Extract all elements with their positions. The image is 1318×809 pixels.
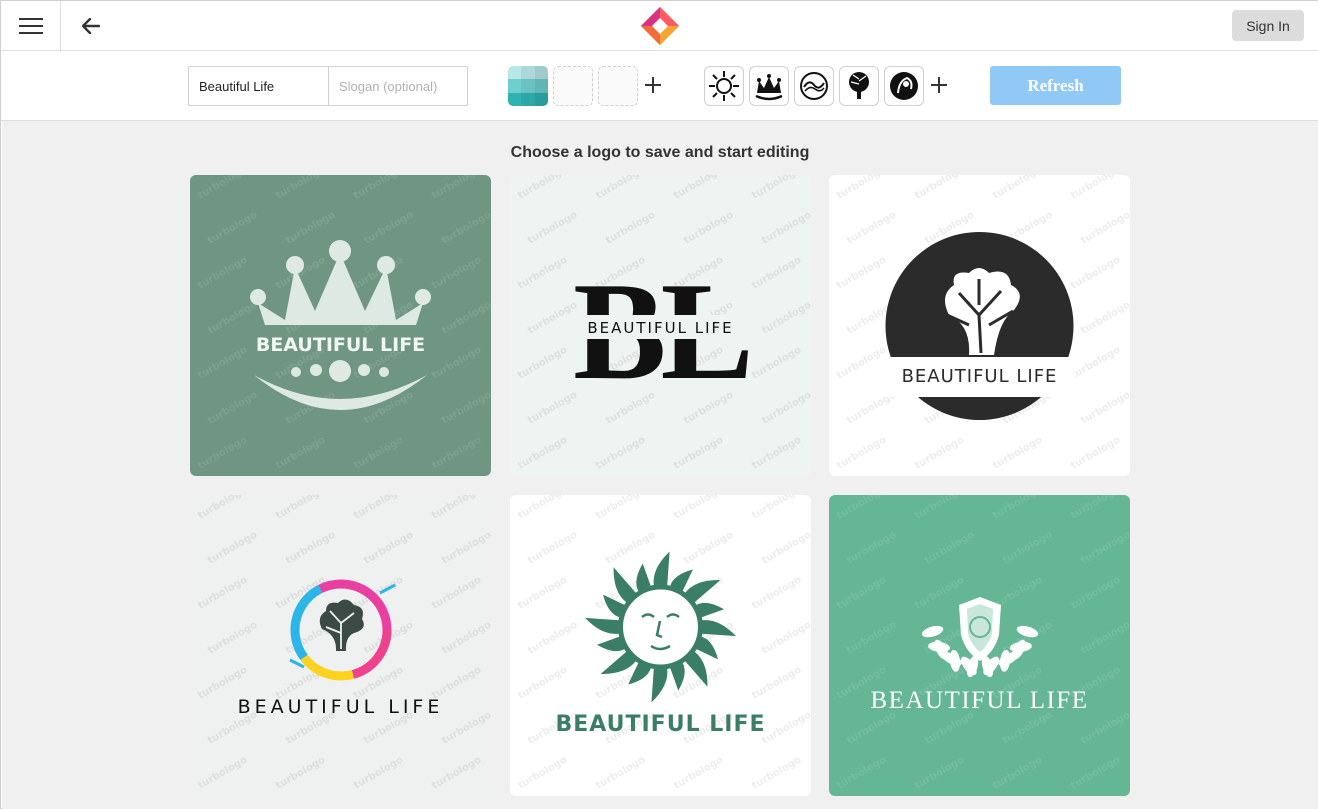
laurel-leaf xyxy=(921,625,944,638)
logo-text: BEAUTIFUL LIFE xyxy=(587,319,733,337)
icon-choice-sun[interactable] xyxy=(704,66,744,106)
crown-icon xyxy=(755,74,783,101)
sun-ray xyxy=(701,620,736,637)
arrow-left-icon xyxy=(82,17,100,34)
logo-card-laurel[interactable]: turbologo turbologo turbologo turbologo turb… xyxy=(829,495,1130,796)
monogram-logo-art: BL BEAUTIFUL LIFE xyxy=(573,254,754,409)
sun-ray xyxy=(651,668,668,703)
logo-text: BEAUTIFUL LIFE xyxy=(238,696,444,718)
laurel-leaf xyxy=(1016,625,1039,638)
logo-text: BEAUTIFUL LIFE xyxy=(555,712,765,737)
sun-logo-art: BEAUTIFUL LIFE xyxy=(555,551,765,737)
hamburger-icon xyxy=(18,17,43,34)
circle-tree-icon xyxy=(890,72,918,100)
diamond-logo-icon[interactable] xyxy=(640,6,680,46)
top-bar: Sign In xyxy=(1,1,1318,51)
app-window: Sign In Beautiful Life Slogan (optional)… xyxy=(0,0,1318,809)
menu-button[interactable] xyxy=(1,1,61,50)
logo-text: BEAUTIFUL LIFE xyxy=(256,334,425,356)
logo-text: BEAUTIFUL LIFE xyxy=(871,687,1089,714)
logo-toolbar: Refresh xyxy=(1,51,1318,121)
color-slot-empty-1[interactable] xyxy=(553,66,593,106)
plus-icon xyxy=(931,77,947,93)
slogan-input[interactable] xyxy=(328,66,468,106)
ring-tree-logo-art: BEAUTIFUL LIFE xyxy=(238,579,444,718)
icon-choice-shield[interactable] xyxy=(794,66,834,106)
gallery-heading: Choose a logo to save and start editing xyxy=(510,144,810,161)
color-slot-empty-2[interactable] xyxy=(598,66,638,106)
add-color-button[interactable] xyxy=(641,73,665,97)
refresh-button[interactable]: Refresh xyxy=(990,66,1121,105)
logo-card-monogram[interactable]: turbologo turbologo turbologo turbologo turb… xyxy=(510,175,811,476)
add-icon-button[interactable] xyxy=(927,73,951,97)
plus-icon xyxy=(645,77,661,93)
icon-choice-tree[interactable] xyxy=(839,66,879,106)
logo-gallery: Choose a logo to save and start editing … xyxy=(2,121,1318,809)
crown-logo-art: BEAUTIFUL LIFE xyxy=(250,240,431,410)
shield-wave-icon xyxy=(800,72,828,100)
laurel-leaf xyxy=(999,649,1011,672)
company-name-input[interactable] xyxy=(188,66,329,106)
logo-card-crown[interactable]: turbologo turbologo turbologo turbologo turb… xyxy=(190,175,491,476)
tree-icon xyxy=(849,72,869,99)
logo-card-sun[interactable]: turbologo turbologo turbologo turbologo turb… xyxy=(510,495,811,796)
sun-ray xyxy=(585,617,620,634)
palette-squares xyxy=(508,66,548,106)
icon-choice-circle-tree[interactable] xyxy=(884,66,924,106)
color-palette-swatch[interactable] xyxy=(508,66,548,106)
logo-text: BEAUTIFUL LIFE xyxy=(902,366,1058,387)
sign-in-button[interactable]: Sign In xyxy=(1232,10,1304,41)
laurel-logo-art: BEAUTIFUL LIFE xyxy=(871,597,1089,714)
logo-card-tree-circle[interactable]: turbologo turbologo turbologo turbologo turb… xyxy=(829,175,1130,476)
sun-ray xyxy=(653,551,670,586)
logo-card-ring-tree[interactable]: turbologo turbologo turbologo turbologo turb… xyxy=(190,495,491,796)
tree-circle-logo-art: BEAUTIFUL LIFE xyxy=(885,232,1075,420)
sun-icon xyxy=(709,71,739,101)
icon-choice-crown[interactable] xyxy=(749,66,789,106)
back-button[interactable] xyxy=(61,1,121,50)
